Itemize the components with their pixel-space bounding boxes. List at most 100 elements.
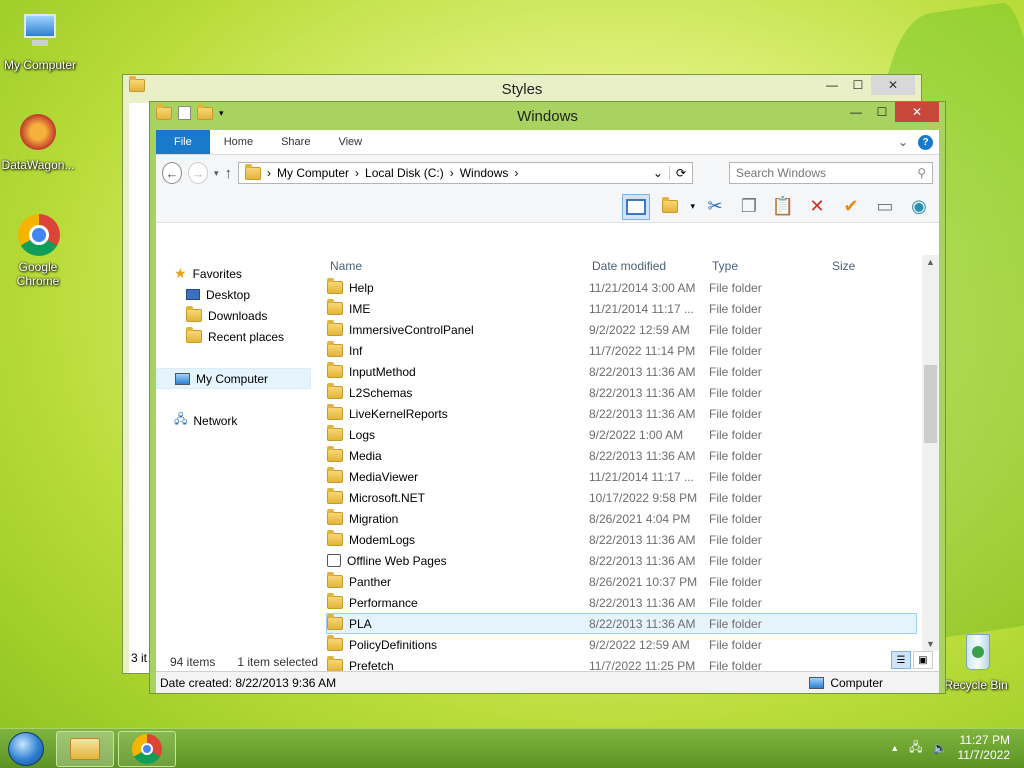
address-dropdown-icon[interactable]: ⌄ [653, 166, 663, 180]
file-type: File folder [709, 385, 762, 400]
minimize-button[interactable]: — [843, 102, 869, 122]
volume-icon[interactable]: 🔈 [933, 741, 948, 755]
vertical-scrollbar[interactable]: ▲ ▼ [922, 255, 939, 651]
tab-file[interactable]: File [156, 130, 210, 154]
styles-titlebar[interactable]: Styles — ☐ ✕ [123, 75, 921, 103]
desktop-icon-my-computer[interactable]: My Computer [0, 12, 80, 72]
styles-minimize-button[interactable]: — [819, 75, 845, 95]
file-row[interactable]: IME 11/21/2014 11:17 ... File folder [326, 298, 917, 319]
details-view-button[interactable]: ☰ [891, 651, 911, 669]
search-icon[interactable]: ⚲ [917, 166, 926, 180]
column-date-modified[interactable]: Date modified [588, 259, 708, 273]
properties-button[interactable] [656, 194, 684, 220]
rename-button[interactable]: ✔ [837, 194, 865, 220]
column-size[interactable]: Size [828, 259, 908, 273]
scroll-down-icon[interactable]: ▼ [922, 639, 939, 649]
folder-icon [327, 425, 343, 441]
show-hidden-icons-icon[interactable]: ▲ [890, 743, 899, 753]
selection-count: 1 item selected [237, 655, 319, 669]
globe-button[interactable]: ◉ [905, 194, 933, 220]
file-row[interactable]: MediaViewer 11/21/2014 11:17 ... File fold… [326, 466, 917, 487]
nav-desktop[interactable]: Desktop [156, 284, 325, 305]
file-date: 8/22/2013 11:36 AM [589, 448, 696, 463]
close-button[interactable]: ✕ [895, 102, 939, 122]
file-name: L2Schemas [349, 385, 413, 400]
address-bar[interactable]: › My Computer › Local Disk (C:) › Window… [238, 162, 693, 184]
taskbar-chrome[interactable] [118, 731, 176, 767]
refresh-icon[interactable]: ⟳ [668, 166, 686, 180]
back-button[interactable]: ← [162, 162, 182, 184]
paste-button[interactable]: 📋 [769, 194, 797, 220]
file-name-cell: Help [327, 278, 589, 295]
file-date: 10/17/2022 9:58 PM [589, 490, 698, 505]
tab-view[interactable]: View [324, 130, 376, 154]
desktop-icon [186, 289, 200, 300]
desktop-icon-recycle-bin[interactable]: Recycle Bin [936, 632, 1016, 692]
file-row[interactable]: LiveKernelReports 8/22/2013 11:36 AM File … [326, 403, 917, 424]
scissors-icon: ✂ [707, 196, 723, 216]
column-type[interactable]: Type [708, 259, 828, 273]
nav-my-computer[interactable]: My Computer [156, 368, 311, 389]
tag-button[interactable]: ▭ [871, 194, 899, 220]
file-row[interactable]: Inf 11/7/2022 11:14 PM File folder [326, 340, 917, 361]
file-name-cell: Logs [327, 425, 589, 442]
network-tray-icon[interactable]: 🖧 [909, 738, 922, 759]
breadcrumb-my-computer[interactable]: My Computer [277, 166, 349, 180]
nav-downloads[interactable]: Downloads [156, 305, 325, 326]
date-created: Date created: 8/22/2013 9:36 AM [160, 675, 337, 690]
titlebar[interactable]: ▾ Windows — ☐ ✕ [150, 102, 945, 130]
nav-recent-places[interactable]: Recent places [156, 326, 325, 347]
file-row[interactable]: Help 11/21/2014 3:00 AM File folder [326, 277, 917, 298]
nav-favorites[interactable]: ★ Favorites [156, 263, 325, 284]
clock[interactable]: 11:27 PM 11/7/2022 [958, 733, 1011, 763]
breadcrumb-windows[interactable]: Windows [460, 166, 509, 180]
file-row[interactable]: Media 8/22/2013 11:36 AM File folder [326, 445, 917, 466]
file-row[interactable]: Logs 9/2/2022 1:00 AM File folder [326, 424, 917, 445]
styles-close-button[interactable]: ✕ [871, 75, 915, 95]
breadcrumb-local-disk[interactable]: Local Disk (C:) [365, 166, 444, 180]
scroll-thumb[interactable] [924, 365, 937, 443]
scroll-up-icon[interactable]: ▲ [922, 257, 939, 267]
search-input[interactable] [736, 166, 896, 180]
file-name: Inf [349, 343, 363, 358]
preview-pane-button[interactable] [622, 193, 651, 220]
properties-dropdown-icon[interactable]: ▾ [690, 201, 695, 212]
tab-home[interactable]: Home [210, 130, 267, 154]
clipboard-icon: 📋 [771, 196, 795, 216]
folder-icon [327, 530, 343, 546]
start-button[interactable] [8, 732, 44, 766]
file-row[interactable]: Performance 8/22/2013 11:36 AM File folder [326, 592, 917, 613]
desktop-icon-datawagon[interactable]: DataWagon... [0, 112, 78, 172]
copy-button[interactable]: ❐ [735, 194, 763, 220]
forward-button[interactable]: → [187, 162, 208, 184]
column-name[interactable]: Name [326, 259, 588, 273]
desktop-icon-chrome[interactable]: Google Chrome [0, 214, 78, 288]
up-button[interactable]: ↑ [225, 165, 233, 182]
folder-icon [327, 593, 343, 609]
file-row[interactable]: PLA 8/22/2013 11:36 AM File folder [326, 613, 917, 634]
file-row[interactable]: ModemLogs 8/22/2013 11:36 AM File folder [326, 529, 917, 550]
file-row[interactable]: InputMethod 8/22/2013 11:36 AM File folder [326, 361, 917, 382]
large-icons-view-button[interactable]: ▣ [913, 651, 933, 669]
cut-button[interactable]: ✂ [701, 194, 729, 220]
file-row[interactable]: Offline Web Pages 8/22/2013 11:36 AM File … [326, 550, 917, 571]
styles-maximize-button[interactable]: ☐ [845, 75, 871, 95]
help-icon[interactable]: ? [918, 134, 933, 150]
recent-locations-icon[interactable]: ▾ [214, 168, 219, 179]
tab-share[interactable]: Share [267, 130, 324, 154]
file-row[interactable]: L2Schemas 8/22/2013 11:36 AM File folder [326, 382, 917, 403]
expand-ribbon-icon[interactable]: ⌄ [898, 135, 908, 149]
maximize-button[interactable]: ☐ [869, 102, 895, 122]
delete-button[interactable]: ✕ [803, 194, 831, 220]
taskbar-explorer[interactable] [56, 731, 114, 767]
file-row[interactable]: ImmersiveControlPanel 9/2/2022 12:59 AM Fi… [326, 319, 917, 340]
offline-pages-icon [327, 554, 341, 567]
folder-icon [327, 320, 343, 336]
folder-icon [327, 299, 343, 315]
search-box[interactable]: ⚲ [729, 162, 933, 184]
explorer-window[interactable]: ▾ Windows — ☐ ✕ File Home Share View ⌄ ?… [149, 101, 946, 694]
file-row[interactable]: Panther 8/26/2021 10:37 PM File folder [326, 571, 917, 592]
file-row[interactable]: Microsoft.NET 10/17/2022 9:58 PM File fold… [326, 487, 917, 508]
nav-network[interactable]: 🖧 Network [156, 410, 325, 431]
file-row[interactable]: Migration 8/26/2021 4:04 PM File folder [326, 508, 917, 529]
